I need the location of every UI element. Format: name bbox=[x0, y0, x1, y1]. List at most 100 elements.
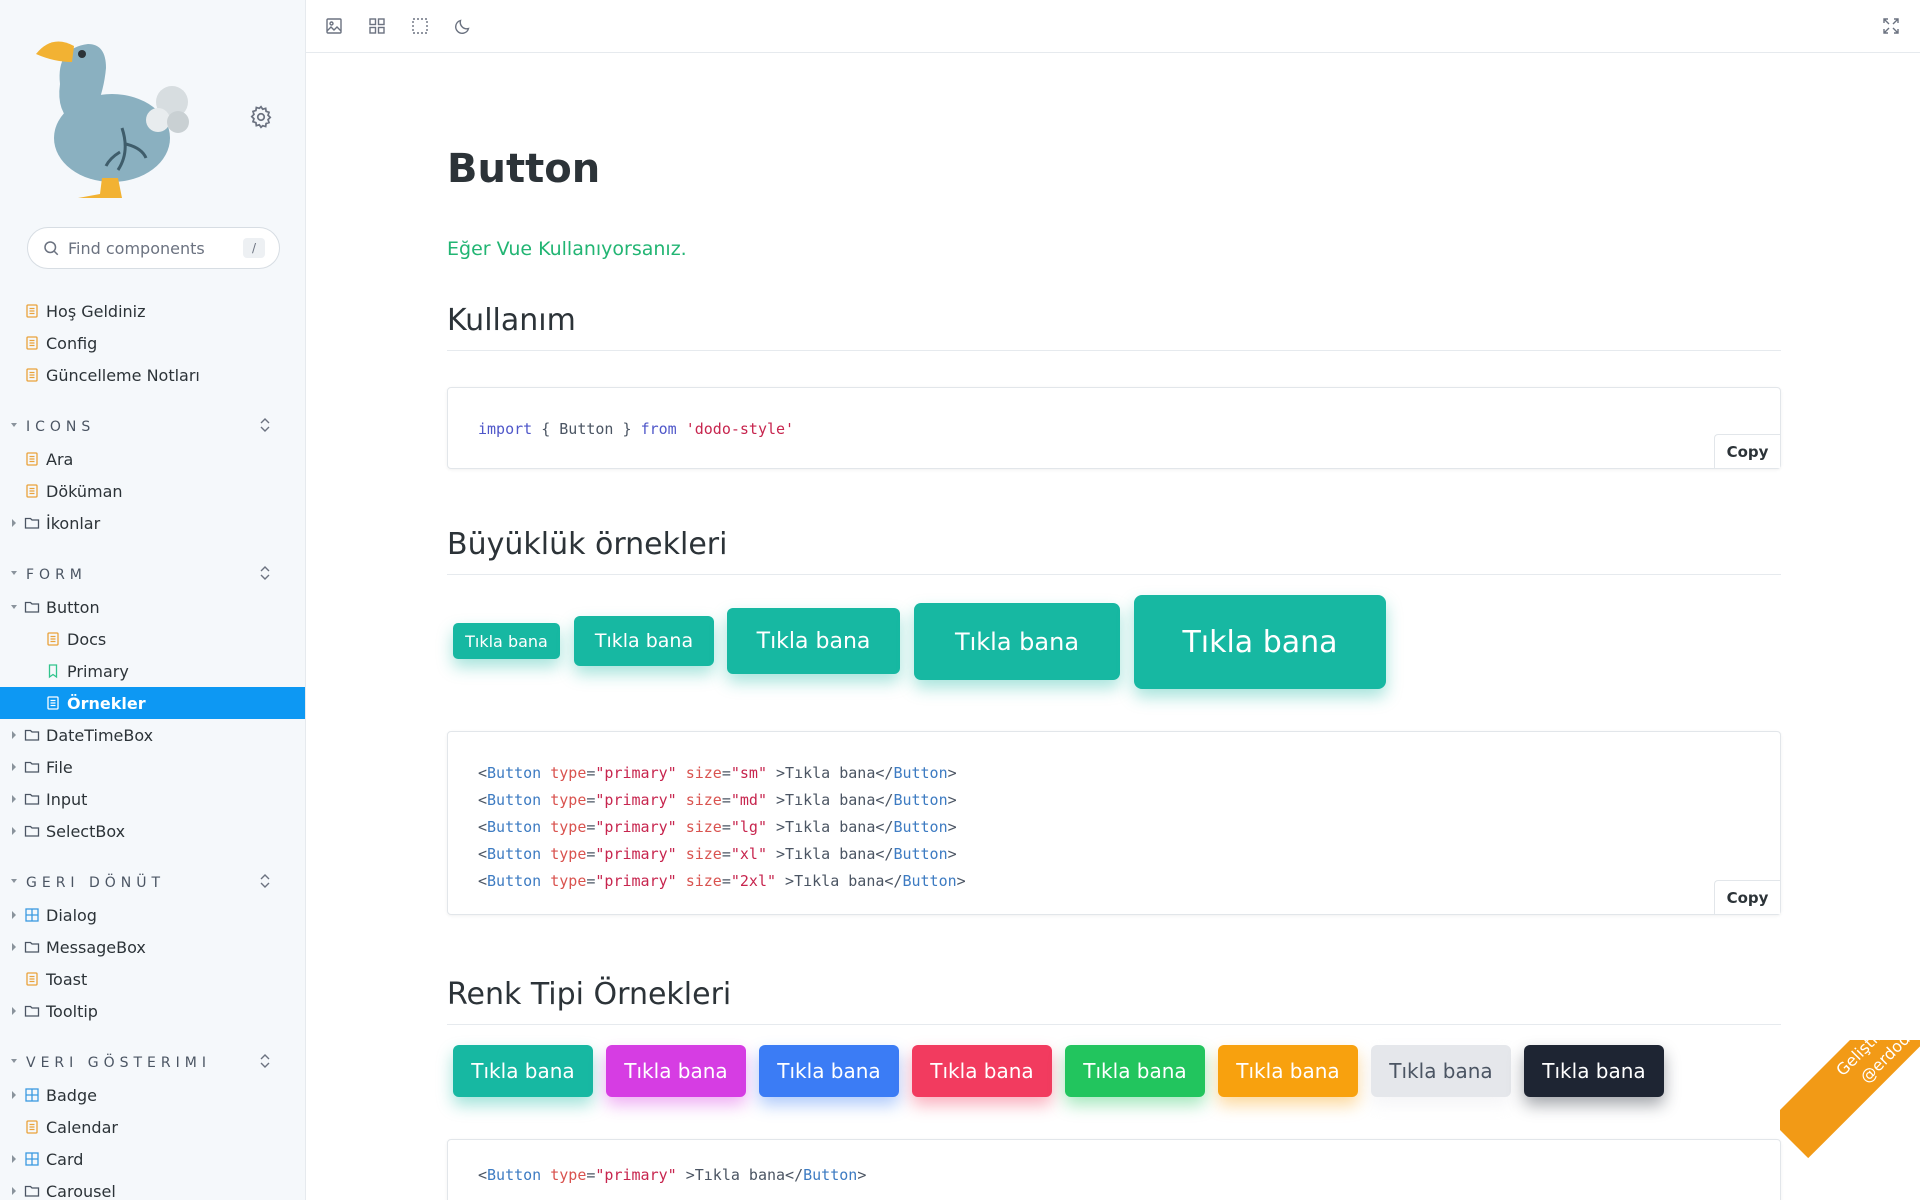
fullscreen-icon[interactable] bbox=[1881, 16, 1901, 36]
sidebar-item-dialog[interactable]: Dialog bbox=[0, 899, 305, 931]
section-header-icons[interactable]: ICONS bbox=[0, 391, 305, 443]
button-size-2xl[interactable]: Tıkla bana bbox=[1134, 595, 1386, 689]
sidebar-item-ara[interactable]: Ara bbox=[0, 443, 305, 475]
folder-icon bbox=[24, 761, 40, 773]
top-toolbar bbox=[306, 0, 1920, 53]
vue-usage-link[interactable]: Eğer Vue Kullanıyorsanız. bbox=[447, 238, 687, 260]
section-header-form[interactable]: FORM bbox=[0, 539, 305, 591]
sidebar-item-selectbox[interactable]: SelectBox bbox=[0, 815, 305, 847]
sidebar-item-ornekler[interactable]: Örnekler bbox=[0, 687, 305, 719]
collapse-toggle-icon[interactable] bbox=[258, 417, 272, 433]
moon-icon[interactable] bbox=[453, 16, 473, 36]
sidebar: / Hoş Geldiniz Config Güncelleme Notları… bbox=[0, 0, 306, 1200]
button-color-6[interactable]: Tıkla bana bbox=[1218, 1045, 1358, 1097]
sidebar-item-docs[interactable]: Docs bbox=[0, 623, 305, 655]
sidebar-item-hos-geldiniz[interactable]: Hoş Geldiniz bbox=[0, 295, 305, 327]
caret-down-icon bbox=[11, 571, 17, 575]
image-icon[interactable] bbox=[324, 16, 344, 36]
sidebar-item-label: SelectBox bbox=[46, 821, 126, 841]
sidebar-item-label: Örnekler bbox=[67, 693, 146, 713]
settings-gear-icon[interactable] bbox=[248, 104, 274, 130]
sidebar-item-ikonlar[interactable]: İkonlar bbox=[0, 507, 305, 539]
color-heading: Renk Tipi Örnekleri bbox=[447, 977, 1781, 1025]
sidebar-item-input[interactable]: Input bbox=[0, 783, 305, 815]
code-line: <Button type="primary" size="xl" >Tıkla … bbox=[478, 845, 957, 863]
code-line: <Button type="primary" >Tıkla bana</Butt… bbox=[478, 1166, 867, 1184]
sidebar-nav: Hoş Geldiniz Config Güncelleme Notları I… bbox=[0, 295, 305, 1200]
section-header-geri-donut[interactable]: GERI DÖNÜT bbox=[0, 847, 305, 899]
sidebar-item-tooltip[interactable]: Tooltip bbox=[0, 995, 305, 1027]
sidebar-item-label: Tooltip bbox=[46, 1001, 98, 1021]
sidebar-item-label: Primary bbox=[67, 661, 129, 681]
code-string: 'dodo-style' bbox=[685, 420, 795, 438]
folder-icon bbox=[24, 729, 40, 741]
doc-icon bbox=[26, 1120, 38, 1134]
size-code-block: <Button type="primary" size="sm" >Tıkla … bbox=[447, 731, 1781, 915]
sidebar-item-label: İkonlar bbox=[46, 513, 101, 533]
folder-icon bbox=[24, 793, 40, 805]
button-color-8[interactable]: Tıkla bana bbox=[1524, 1045, 1664, 1097]
sidebar-item-label: Input bbox=[46, 789, 88, 809]
doc-icon bbox=[26, 484, 38, 498]
select-area-icon[interactable] bbox=[410, 16, 430, 36]
bookmark-icon bbox=[48, 664, 58, 679]
caret-down-icon bbox=[11, 879, 17, 883]
sidebar-item-messagebox[interactable]: MessageBox bbox=[0, 931, 305, 963]
sidebar-item-label: Dialog bbox=[46, 905, 97, 925]
button-color-7[interactable]: Tıkla bana bbox=[1371, 1045, 1511, 1097]
sidebar-item-datetimebox[interactable]: DateTimeBox bbox=[0, 719, 305, 751]
collapse-toggle-icon[interactable] bbox=[258, 565, 272, 581]
usage-code-block: import { Button } from 'dodo-style' Copy bbox=[447, 387, 1781, 469]
dodo-logo[interactable] bbox=[30, 28, 202, 204]
color-code-block: <Button type="primary" >Tıkla bana</Butt… bbox=[447, 1139, 1781, 1200]
caret-right-icon bbox=[12, 911, 16, 919]
section-title: VERI GÖSTERIMI bbox=[26, 1055, 211, 1071]
sidebar-item-config[interactable]: Config bbox=[0, 327, 305, 359]
button-size-lg[interactable]: Tıkla bana bbox=[727, 608, 900, 674]
button-size-sm[interactable]: Tıkla bana bbox=[453, 623, 560, 659]
sidebar-item-card[interactable]: Card bbox=[0, 1143, 305, 1175]
caret-right-icon bbox=[12, 731, 16, 739]
sidebar-item-primary[interactable]: Primary bbox=[0, 655, 305, 687]
sidebar-item-dokuman[interactable]: Döküman bbox=[0, 475, 305, 507]
sidebar-item-calendar[interactable]: Calendar bbox=[0, 1111, 305, 1143]
sidebar-item-guncelleme-notlari[interactable]: Güncelleme Notları bbox=[0, 359, 305, 391]
sidebar-item-badge[interactable]: Badge bbox=[0, 1079, 305, 1111]
usage-heading: Kullanım bbox=[447, 303, 1781, 351]
caret-right-icon bbox=[12, 763, 16, 771]
folder-icon bbox=[24, 941, 40, 953]
sidebar-item-label: Güncelleme Notları bbox=[46, 365, 200, 385]
code-line: <Button type="primary" size="md" >Tıkla … bbox=[478, 791, 957, 809]
doc-icon bbox=[26, 304, 38, 318]
button-size-xl[interactable]: Tıkla bana bbox=[914, 603, 1120, 680]
button-color-3[interactable]: Tıkla bana bbox=[759, 1045, 899, 1097]
sidebar-item-file[interactable]: File bbox=[0, 751, 305, 783]
button-color-2[interactable]: Tıkla bana bbox=[606, 1045, 746, 1097]
grid-icon[interactable] bbox=[367, 16, 387, 36]
sidebar-item-label: File bbox=[46, 757, 73, 777]
sidebar-item-label: Docs bbox=[67, 629, 107, 649]
doc-icon bbox=[47, 632, 59, 646]
copy-button[interactable]: Copy bbox=[1714, 880, 1780, 914]
search-input[interactable] bbox=[68, 238, 228, 258]
sidebar-item-button[interactable]: Button bbox=[0, 591, 305, 623]
sidebar-item-toast[interactable]: Toast bbox=[0, 963, 305, 995]
button-color-4[interactable]: Tıkla bana bbox=[912, 1045, 1052, 1097]
caret-right-icon bbox=[12, 827, 16, 835]
collapse-toggle-icon[interactable] bbox=[258, 1053, 272, 1069]
page-title: Button bbox=[447, 146, 601, 192]
copy-button[interactable]: Copy bbox=[1714, 434, 1780, 468]
section-title: GERI DÖNÜT bbox=[26, 875, 166, 891]
component-icon bbox=[25, 1088, 39, 1102]
code-keyword: import bbox=[478, 420, 533, 438]
sidebar-item-label: MessageBox bbox=[46, 937, 146, 957]
sidebar-item-label: Button bbox=[46, 597, 100, 617]
section-header-veri-gosterimi[interactable]: VERI GÖSTERIMI bbox=[0, 1027, 305, 1079]
sidebar-item-carousel[interactable]: Carousel bbox=[0, 1175, 305, 1200]
collapse-toggle-icon[interactable] bbox=[258, 873, 272, 889]
search-box[interactable]: / bbox=[27, 227, 280, 269]
button-size-md[interactable]: Tıkla bana bbox=[574, 616, 714, 666]
caret-down-icon bbox=[11, 1059, 17, 1063]
button-color-1[interactable]: Tıkla bana bbox=[453, 1045, 593, 1097]
button-color-5[interactable]: Tıkla bana bbox=[1065, 1045, 1205, 1097]
